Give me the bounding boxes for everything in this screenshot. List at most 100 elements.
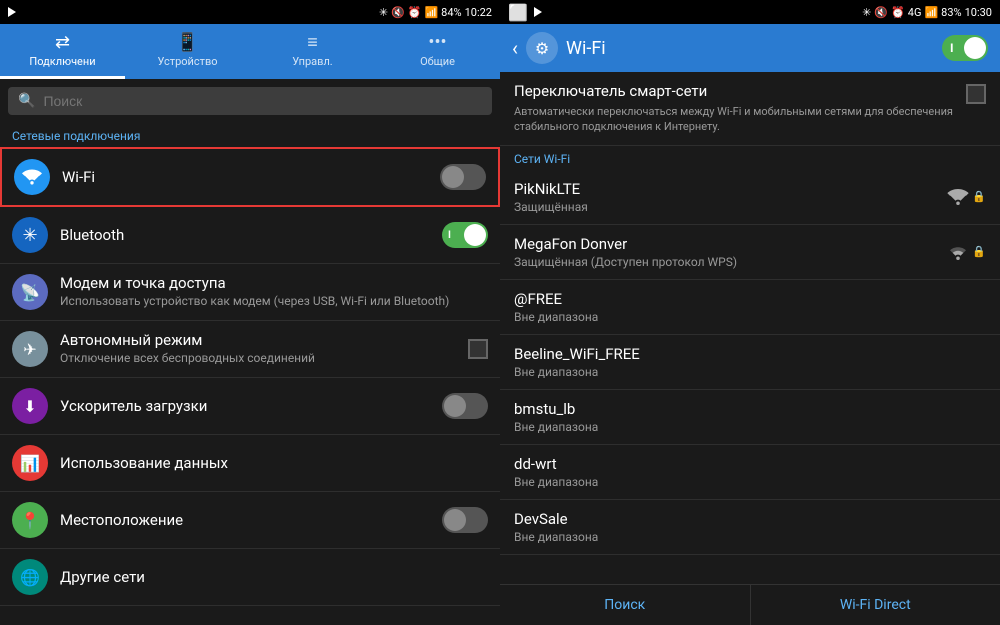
data-text: Использование данных (60, 454, 488, 472)
settings-item-bluetooth[interactable]: ✳ Bluetooth I (0, 207, 500, 264)
beeline-name: Beeline_WiFi_FREE (514, 345, 986, 363)
modem-icon: 📡 (12, 274, 48, 310)
ddwrt-text: dd-wrt Вне диапазона (514, 455, 986, 489)
bluetooth-text: Bluetooth (60, 226, 442, 244)
megafon-lock: 🔒 (972, 245, 986, 258)
network-item-devsale[interactable]: DevSale Вне диапазона (500, 500, 1000, 555)
wifi-settings-gear[interactable]: ⚙ (526, 32, 558, 64)
settings-item-airplane[interactable]: ✈ Автономный режим Отключение всех беспр… (0, 321, 500, 378)
network-item-bmstu[interactable]: bmstu_lb Вне диапазона (500, 390, 1000, 445)
bluetooth-icon: ✳ (12, 217, 48, 253)
section-header-network: Сетевые подключения (0, 123, 500, 147)
play-icon (8, 7, 16, 17)
tab-manage-icon: ≡ (307, 32, 318, 53)
pikniklte-text: PikNikLTE Защищённая (514, 180, 947, 214)
location-toggle[interactable] (442, 507, 488, 533)
search-input[interactable] (43, 93, 482, 109)
toggle-on-label: I (448, 230, 451, 241)
free-status: Вне диапазона (514, 310, 986, 324)
right-status-left: ⬜ (508, 3, 542, 22)
settings-item-booster[interactable]: ⬇ Ускоритель загрузки (0, 378, 500, 435)
free-text: @FREE Вне диапазона (514, 290, 986, 324)
airplane-icon: ✈ (12, 331, 48, 367)
wifi-direct-button[interactable]: Wi-Fi Direct (751, 585, 1000, 625)
right-mute-icon: 🔇 (874, 6, 888, 19)
tab-device-icon: 📱 (176, 32, 198, 53)
network-item-ddwrt[interactable]: dd-wrt Вне диапазона (500, 445, 1000, 500)
tab-connections-label: Подключени (29, 55, 95, 68)
network-item-free[interactable]: @FREE Вне диапазона (500, 280, 1000, 335)
right-time: 10:30 (965, 6, 992, 19)
airplane-text: Автономный режим Отключение всех беспров… (60, 331, 468, 367)
wifi-networks-list: PikNikLTE Защищённая 🔒 MegaFon Donver За… (500, 170, 1000, 584)
other-title: Другие сети (60, 568, 488, 586)
booster-icon: ⬇ (12, 388, 48, 424)
tab-general[interactable]: ••• Общие (375, 24, 500, 79)
settings-item-other[interactable]: 🌐 Другие сети (0, 549, 500, 606)
left-status-left (8, 7, 16, 17)
megafon-signal: 🔒 (947, 244, 986, 260)
wifi-text: Wi-Fi (62, 168, 440, 186)
tab-connections[interactable]: ⇄ Подключени (0, 24, 125, 79)
search-icon: 🔍 (18, 93, 35, 109)
tab-manage-label: Управл. (292, 55, 332, 68)
network-item-beeline[interactable]: Beeline_WiFi_FREE Вне диапазона (500, 335, 1000, 390)
bt-status-icon: ✳ (379, 6, 388, 19)
bmstu-text: bmstu_lb Вне диапазона (514, 400, 986, 434)
network-item-pikniklte[interactable]: PikNikLTE Защищённая 🔒 (500, 170, 1000, 225)
devsale-status: Вне диапазона (514, 530, 986, 544)
bluetooth-title: Bluetooth (60, 226, 442, 244)
ddwrt-name: dd-wrt (514, 455, 986, 473)
tab-general-label: Общие (420, 55, 455, 68)
pikniklte-signal: 🔒 (947, 189, 986, 205)
settings-list: Wi-Fi ✳ Bluetooth I 📡 Модем и точка дост… (0, 147, 500, 625)
modem-text: Модем и точка доступа Использовать устро… (60, 274, 488, 310)
right-panel: ⬜ ✳ 🔇 ⏰ 4G 📶 83% 10:30 ‹ ⚙ Wi-Fi I Перек… (500, 0, 1000, 625)
back-button[interactable]: ‹ (512, 36, 518, 60)
airplane-subtitle: Отключение всех беспроводных соединений (60, 351, 468, 367)
mute-icon: 🔇 (391, 6, 405, 19)
wifi-icon (14, 159, 50, 195)
booster-text: Ускоритель загрузки (60, 397, 442, 415)
bluetooth-toggle[interactable]: I (442, 222, 488, 248)
tab-device[interactable]: 📱 Устройство (125, 24, 250, 79)
location-title: Местоположение (60, 511, 442, 529)
beeline-text: Beeline_WiFi_FREE Вне диапазона (514, 345, 986, 379)
bmstu-status: Вне диапазона (514, 420, 986, 434)
search-bar[interactable]: 🔍 (8, 87, 492, 115)
tab-connections-icon: ⇄ (55, 32, 70, 53)
wifi-title: Wi-Fi (62, 168, 440, 186)
settings-item-modem[interactable]: 📡 Модем и точка доступа Использовать уст… (0, 264, 500, 321)
wifi-header-title: Wi-Fi (566, 38, 942, 59)
beeline-status: Вне диапазона (514, 365, 986, 379)
other-text: Другие сети (60, 568, 488, 586)
tabs: ⇄ Подключени 📱 Устройство ≡ Управл. ••• … (0, 24, 500, 79)
right-status-right: ✳ 🔇 ⏰ 4G 📶 83% 10:30 (862, 6, 992, 19)
booster-title: Ускоритель загрузки (60, 397, 442, 415)
alarm-icon: ⏰ (408, 6, 422, 19)
settings-item-data[interactable]: 📊 Использование данных (0, 435, 500, 492)
search-button[interactable]: Поиск (500, 585, 751, 625)
settings-item-location[interactable]: 📍 Местоположение (0, 492, 500, 549)
tab-general-icon: ••• (428, 32, 446, 53)
wifi-header: ‹ ⚙ Wi-Fi I (500, 24, 1000, 72)
right-status-bar: ⬜ ✳ 🔇 ⏰ 4G 📶 83% 10:30 (500, 0, 1000, 24)
airplane-checkbox[interactable] (468, 339, 488, 359)
network-item-megafon[interactable]: MegaFon Donver Защищённая (Доступен прот… (500, 225, 1000, 280)
settings-item-wifi[interactable]: Wi-Fi (0, 147, 500, 207)
tab-device-label: Устройство (157, 55, 217, 68)
booster-toggle[interactable] (442, 393, 488, 419)
smart-switch-checkbox[interactable] (966, 84, 986, 104)
wifi-networks-header: Сети Wi-Fi (500, 146, 1000, 170)
bmstu-name: bmstu_lb (514, 400, 986, 418)
data-title: Использование данных (60, 454, 488, 472)
airplane-title: Автономный режим (60, 331, 468, 349)
megafon-status: Защищённая (Доступен протокол WPS) (514, 255, 947, 269)
wifi-toggle[interactable] (440, 164, 486, 190)
smart-switch-desc: Автоматически переключаться между Wi-Fi … (514, 104, 956, 135)
wifi-bottom-buttons: Поиск Wi-Fi Direct (500, 584, 1000, 625)
tab-manage[interactable]: ≡ Управл. (250, 24, 375, 79)
battery-left: 84% (441, 6, 461, 19)
location-icon: 📍 (12, 502, 48, 538)
wifi-main-toggle[interactable]: I (942, 35, 988, 61)
